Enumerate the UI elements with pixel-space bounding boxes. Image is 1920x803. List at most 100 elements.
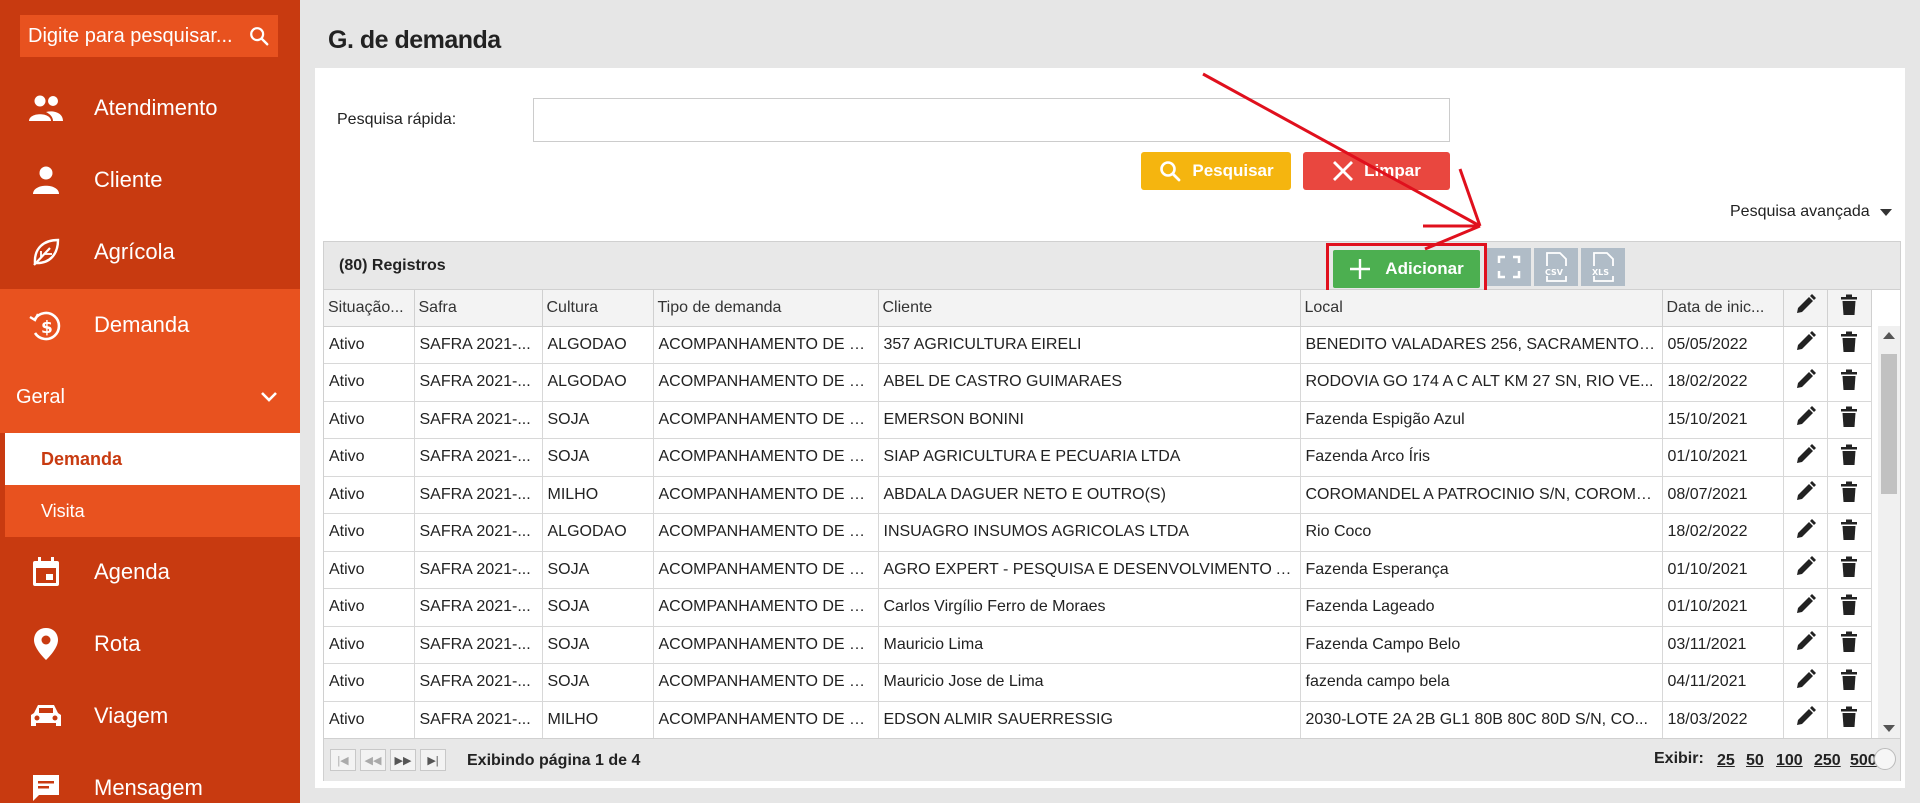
delete-button[interactable] xyxy=(1827,701,1872,739)
previous-page-icon: ◀◀ xyxy=(364,754,382,767)
sidebar-item-agenda[interactable]: Agenda xyxy=(0,536,300,608)
table-row[interactable]: Ativo SAFRA 2021-... SOJA ACOMPANHAMENTO DE… xyxy=(324,551,1872,589)
search-button[interactable]: Pesquisar xyxy=(1141,152,1291,190)
scroll-up-icon[interactable] xyxy=(1883,332,1895,339)
column-header-cultura[interactable]: Cultura xyxy=(542,290,654,327)
sidebar-group-geral[interactable]: Geral xyxy=(0,361,300,433)
next-page-button[interactable]: ▶▶ xyxy=(390,749,416,771)
table-row[interactable]: Ativo SAFRA 2021-... SOJA ACOMPANHAMENTO DE… xyxy=(324,626,1872,664)
car-icon xyxy=(28,698,64,734)
edit-button[interactable] xyxy=(1783,438,1828,477)
cell-cultura: ALGODAO xyxy=(542,326,654,364)
add-button[interactable]: Adicionar xyxy=(1333,250,1480,288)
table-row[interactable]: Ativo SAFRA 2021-... SOJA ACOMPANHAMENTO DE… xyxy=(324,588,1872,627)
cell-tipo-demanda: ACOMPANHAMENTO DE C... xyxy=(653,663,879,702)
cell-cliente: INSUAGRO INSUMOS AGRICOLAS LTDA xyxy=(878,513,1301,552)
last-page-button[interactable]: ▶| xyxy=(420,749,446,771)
edit-button[interactable] xyxy=(1783,326,1828,364)
fullscreen-icon xyxy=(1497,255,1521,279)
page-size-500[interactable]: 500 xyxy=(1850,752,1877,770)
vertical-scrollbar[interactable] xyxy=(1878,326,1900,738)
sidebar-item-demanda[interactable]: $ Demanda xyxy=(0,289,300,361)
column-header-tipo-demanda[interactable]: Tipo de demanda xyxy=(653,290,879,327)
search-icon[interactable] xyxy=(248,21,270,51)
table-row[interactable]: Ativo SAFRA 2021-... MILHO ACOMPANHAMENTO D… xyxy=(324,476,1872,514)
sidebar-item-atendimento[interactable]: Atendimento xyxy=(0,72,300,144)
lightbulb-icon[interactable] xyxy=(1874,748,1896,770)
column-header-safra[interactable]: Safra xyxy=(414,290,543,327)
cell-cultura: MILHO xyxy=(542,701,654,739)
cell-safra: SAFRA 2021-... xyxy=(414,551,543,589)
leaf-icon xyxy=(28,234,64,270)
sidebar-search-box[interactable] xyxy=(20,15,278,57)
delete-button[interactable] xyxy=(1827,588,1872,627)
page-size-250[interactable]: 250 xyxy=(1814,752,1841,770)
cell-cliente: SIAP AGRICULTURA E PECUARIA LTDA xyxy=(878,438,1301,477)
page-size-25[interactable]: 25 xyxy=(1717,752,1735,770)
sidebar-item-cliente[interactable]: Cliente xyxy=(0,144,300,216)
column-header-local[interactable]: Local xyxy=(1300,290,1663,327)
quick-search-input[interactable] xyxy=(533,98,1450,142)
cell-cliente: EDSON ALMIR SAUERRESSIG xyxy=(878,701,1301,739)
cell-data-inicio: 05/05/2022 xyxy=(1662,326,1784,364)
table-row[interactable]: Ativo SAFRA 2021-... MILHO ACOMPANHAMENTO D… xyxy=(324,701,1872,739)
trash-icon xyxy=(1841,369,1857,390)
search-button-label: Pesquisar xyxy=(1192,161,1274,180)
edit-button[interactable] xyxy=(1783,363,1828,402)
delete-button[interactable] xyxy=(1827,326,1872,364)
edit-button[interactable] xyxy=(1783,476,1828,514)
delete-button[interactable] xyxy=(1827,401,1872,439)
delete-button[interactable] xyxy=(1827,626,1872,664)
cell-tipo-demanda: ACOMPANHAMENTO DE C... xyxy=(653,438,879,477)
cell-tipo-demanda: ACOMPANHAMENTO DE C... xyxy=(653,626,879,664)
sidebar-item-agricola[interactable]: Agrícola xyxy=(0,216,300,288)
table-row[interactable]: Ativo SAFRA 2021-... ALGODAO ACOMPANHAMENTO… xyxy=(324,513,1872,552)
table-row[interactable]: Ativo SAFRA 2021-... SOJA ACOMPANHAMENTO DE… xyxy=(324,663,1872,702)
export-xls-button[interactable]: XLS xyxy=(1581,248,1625,286)
page-size-100[interactable]: 100 xyxy=(1776,752,1803,770)
table-row[interactable]: Ativo SAFRA 2021-... SOJA ACOMPANHAMENTO DE… xyxy=(324,438,1872,477)
column-header-data-inicio[interactable]: Data de inic... xyxy=(1662,290,1784,327)
cell-local: Fazenda Espigão Azul xyxy=(1300,401,1663,439)
edit-button[interactable] xyxy=(1783,588,1828,627)
sidebar-item-viagem[interactable]: Viagem xyxy=(0,680,300,752)
edit-button[interactable] xyxy=(1783,626,1828,664)
page-size-50[interactable]: 50 xyxy=(1746,752,1764,770)
delete-button[interactable] xyxy=(1827,551,1872,589)
column-header-cliente[interactable]: Cliente xyxy=(878,290,1301,327)
sidebar-item-mensagem[interactable]: Mensagem xyxy=(0,752,300,803)
delete-button[interactable] xyxy=(1827,663,1872,702)
advanced-search-toggle[interactable]: Pesquisa avançada xyxy=(1730,203,1892,221)
cell-local: Rio Coco xyxy=(1300,513,1663,552)
cell-cliente: AGRO EXPERT - PESQUISA E DESENVOLVIMENTO… xyxy=(878,551,1301,589)
table-body: Ativo SAFRA 2021-... ALGODAO ACOMPANHAMENTO… xyxy=(324,326,1872,739)
table-row[interactable]: Ativo SAFRA 2021-... SOJA ACOMPANHAMENTO DE… xyxy=(324,401,1872,439)
sidebar-subitem-visita[interactable]: Visita xyxy=(0,485,300,537)
sidebar-item-rota[interactable]: Rota xyxy=(0,608,300,680)
delete-button[interactable] xyxy=(1827,363,1872,402)
edit-button[interactable] xyxy=(1783,551,1828,589)
trash-icon xyxy=(1841,594,1857,615)
sidebar-subitem-demanda[interactable]: Demanda xyxy=(0,433,300,485)
pencil-icon xyxy=(1797,406,1816,426)
scroll-thumb[interactable] xyxy=(1881,354,1897,494)
table-row[interactable]: Ativo SAFRA 2021-... ALGODAO ACOMPANHAMENTO… xyxy=(324,326,1872,364)
first-page-button[interactable]: |◀ xyxy=(330,749,356,771)
delete-button[interactable] xyxy=(1827,476,1872,514)
sidebar-item-label: Agrícola xyxy=(94,239,175,264)
table-row[interactable]: Ativo SAFRA 2021-... ALGODAO ACOMPANHAMENTO… xyxy=(324,363,1872,402)
edit-button[interactable] xyxy=(1783,701,1828,739)
edit-button[interactable] xyxy=(1783,401,1828,439)
scroll-down-icon[interactable] xyxy=(1883,725,1895,732)
sidebar-search-input[interactable] xyxy=(28,24,248,48)
sidebar-item-label: Viagem xyxy=(94,703,169,728)
clear-button[interactable]: Limpar xyxy=(1303,152,1450,190)
edit-button[interactable] xyxy=(1783,663,1828,702)
delete-button[interactable] xyxy=(1827,513,1872,552)
previous-page-button[interactable]: ◀◀ xyxy=(360,749,386,771)
fullscreen-button[interactable] xyxy=(1487,248,1531,286)
delete-button[interactable] xyxy=(1827,438,1872,477)
column-header-situacao[interactable]: Situação... xyxy=(324,290,415,327)
edit-button[interactable] xyxy=(1783,513,1828,552)
export-csv-button[interactable]: CSV xyxy=(1534,248,1578,286)
